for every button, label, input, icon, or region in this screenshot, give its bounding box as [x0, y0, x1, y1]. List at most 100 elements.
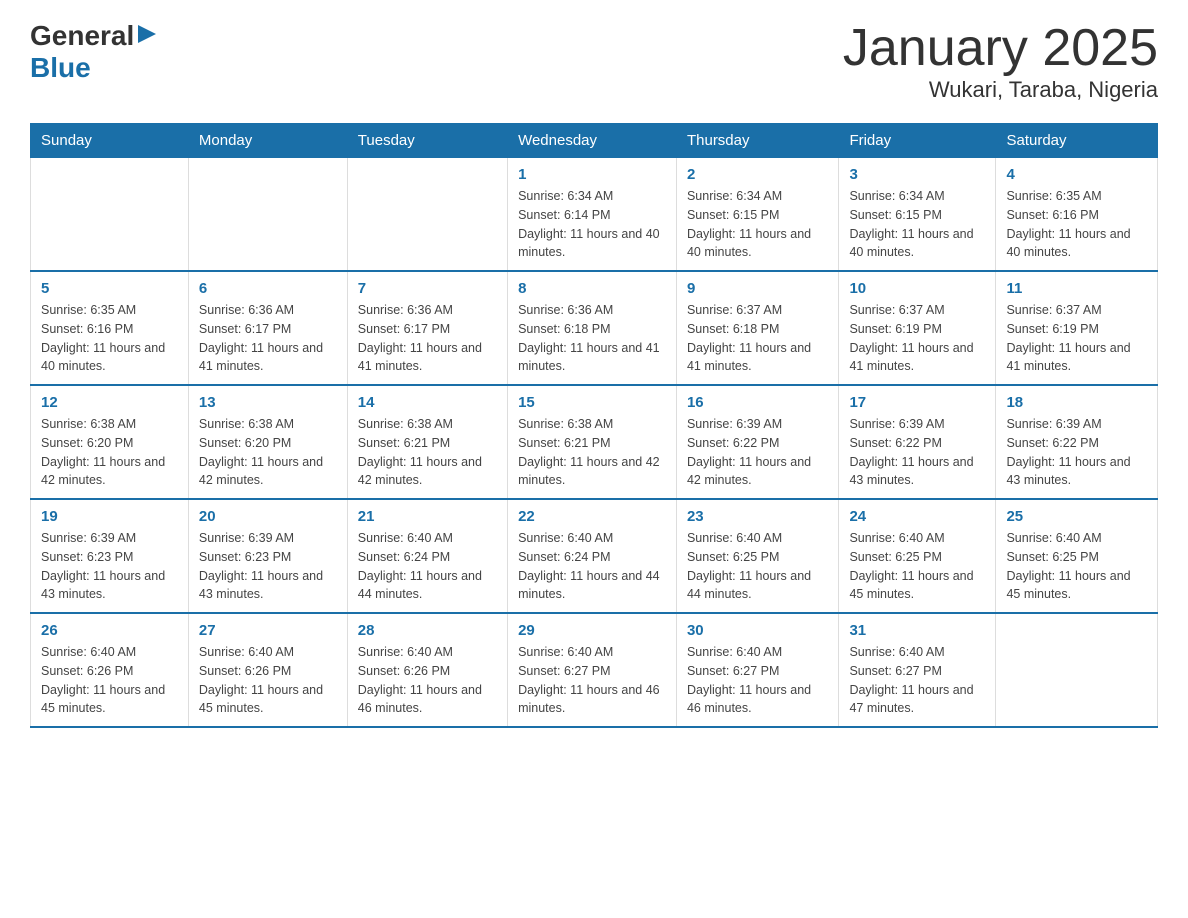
- day-number: 30: [687, 622, 828, 639]
- calendar-cell: 21 Sunrise: 6:40 AM Sunset: 6:24 PM Dayli…: [347, 499, 507, 613]
- day-number: 21: [358, 508, 497, 525]
- logo-text-general: General: [30, 20, 134, 52]
- day-info: Sunrise: 6:40 AM Sunset: 6:27 PM Dayligh…: [518, 643, 666, 718]
- calendar-cell: 12Sunrise: 6:38 AM Sunset: 6:20 PM Dayli…: [31, 385, 189, 499]
- day-number: 8: [518, 280, 666, 297]
- header-cell-wednesday: Wednesday: [508, 124, 677, 158]
- calendar-cell: 20Sunrise: 6:39 AM Sunset: 6:23 PM Dayli…: [188, 499, 347, 613]
- day-info: Sunrise: 6:38 AM Sunset: 6:21 PM Dayligh…: [518, 415, 666, 490]
- day-number: 15: [518, 394, 666, 411]
- calendar-cell: 4Sunrise: 6:35 AM Sunset: 6:16 PM Daylig…: [996, 158, 1158, 272]
- day-number: 16: [687, 394, 828, 411]
- day-info: Sunrise: 6:40 AM Sunset: 6:26 PM Dayligh…: [41, 643, 178, 718]
- day-number: 27: [199, 622, 337, 639]
- day-info: Sunrise: 6:40 AM Sunset: 6:24 PM Dayligh…: [358, 529, 497, 604]
- day-info: Sunrise: 6:38 AM Sunset: 6:20 PM Dayligh…: [199, 415, 337, 490]
- day-info: Sunrise: 6:35 AM Sunset: 6:16 PM Dayligh…: [41, 301, 178, 376]
- day-number: 22: [518, 508, 666, 525]
- calendar-cell: 23 Sunrise: 6:40 AM Sunset: 6:25 PM Dayli…: [676, 499, 838, 613]
- header-cell-sunday: Sunday: [31, 124, 189, 158]
- calendar-cell: [996, 613, 1158, 727]
- day-info: Sunrise: 6:40 AM Sunset: 6:24 PM Dayligh…: [518, 529, 666, 604]
- calendar-cell: 24Sunrise: 6:40 AM Sunset: 6:25 PM Dayli…: [839, 499, 996, 613]
- day-number: 23: [687, 508, 828, 525]
- day-number: 29: [518, 622, 666, 639]
- calendar-cell: 25 Sunrise: 6:40 AM Sunset: 6:25 PM Dayli…: [996, 499, 1158, 613]
- day-number: 19: [41, 508, 178, 525]
- day-number: 24: [849, 508, 985, 525]
- logo-icon: General Blue: [30, 20, 158, 84]
- day-info: Sunrise: 6:39 AM Sunset: 6:22 PM Dayligh…: [1006, 415, 1147, 490]
- day-info: Sunrise: 6:37 AM Sunset: 6:18 PM Dayligh…: [687, 301, 828, 376]
- day-info: Sunrise: 6:40 AM Sunset: 6:26 PM Dayligh…: [358, 643, 497, 718]
- day-number: 28: [358, 622, 497, 639]
- day-number: 11: [1006, 280, 1147, 297]
- header-row: SundayMondayTuesdayWednesdayThursdayFrid…: [31, 124, 1158, 158]
- calendar-cell: [31, 158, 189, 272]
- calendar-cell: 9 Sunrise: 6:37 AM Sunset: 6:18 PM Daylig…: [676, 271, 838, 385]
- day-info: Sunrise: 6:38 AM Sunset: 6:21 PM Dayligh…: [358, 415, 497, 490]
- header-cell-monday: Monday: [188, 124, 347, 158]
- day-number: 7: [358, 280, 497, 297]
- day-info: Sunrise: 6:39 AM Sunset: 6:23 PM Dayligh…: [41, 529, 178, 604]
- week-row-4: 19 Sunrise: 6:39 AM Sunset: 6:23 PM Dayli…: [31, 499, 1158, 613]
- calendar-cell: 6 Sunrise: 6:36 AM Sunset: 6:17 PM Daylig…: [188, 271, 347, 385]
- day-number: 26: [41, 622, 178, 639]
- logo-arrow-icon: [136, 23, 158, 45]
- logo-text-blue: Blue: [30, 52, 91, 83]
- header-cell-tuesday: Tuesday: [347, 124, 507, 158]
- calendar-cell: 2 Sunrise: 6:34 AM Sunset: 6:15 PM Daylig…: [676, 158, 838, 272]
- day-number: 25: [1006, 508, 1147, 525]
- day-number: 18: [1006, 394, 1147, 411]
- day-number: 17: [849, 394, 985, 411]
- calendar-cell: 22 Sunrise: 6:40 AM Sunset: 6:24 PM Dayli…: [508, 499, 677, 613]
- calendar-cell: 8 Sunrise: 6:36 AM Sunset: 6:18 PM Daylig…: [508, 271, 677, 385]
- calendar-cell: 11 Sunrise: 6:37 AM Sunset: 6:19 PM Dayli…: [996, 271, 1158, 385]
- day-info: Sunrise: 6:40 AM Sunset: 6:25 PM Dayligh…: [1006, 529, 1147, 604]
- day-info: Sunrise: 6:34 AM Sunset: 6:14 PM Dayligh…: [518, 187, 666, 262]
- logo: General Blue: [30, 20, 158, 84]
- calendar-cell: 10 Sunrise: 6:37 AM Sunset: 6:19 PM Dayli…: [839, 271, 996, 385]
- day-info: Sunrise: 6:36 AM Sunset: 6:18 PM Dayligh…: [518, 301, 666, 376]
- title-block: January 2025 Wukari, Taraba, Nigeria: [843, 20, 1158, 103]
- day-number: 9: [687, 280, 828, 297]
- header-cell-friday: Friday: [839, 124, 996, 158]
- calendar-cell: 15 Sunrise: 6:38 AM Sunset: 6:21 PM Dayli…: [508, 385, 677, 499]
- calendar-cell: 19 Sunrise: 6:39 AM Sunset: 6:23 PM Dayli…: [31, 499, 189, 613]
- calendar-cell: 3Sunrise: 6:34 AM Sunset: 6:15 PM Daylig…: [839, 158, 996, 272]
- week-row-1: 1Sunrise: 6:34 AM Sunset: 6:14 PM Daylig…: [31, 158, 1158, 272]
- calendar-cell: 28 Sunrise: 6:40 AM Sunset: 6:26 PM Dayli…: [347, 613, 507, 727]
- day-info: Sunrise: 6:39 AM Sunset: 6:23 PM Dayligh…: [199, 529, 337, 604]
- calendar-table: SundayMondayTuesdayWednesdayThursdayFrid…: [30, 123, 1158, 728]
- calendar-cell: 5Sunrise: 6:35 AM Sunset: 6:16 PM Daylig…: [31, 271, 189, 385]
- day-number: 4: [1006, 166, 1147, 183]
- header-cell-thursday: Thursday: [676, 124, 838, 158]
- day-number: 2: [687, 166, 828, 183]
- day-info: Sunrise: 6:36 AM Sunset: 6:17 PM Dayligh…: [199, 301, 337, 376]
- calendar-cell: 16Sunrise: 6:39 AM Sunset: 6:22 PM Dayli…: [676, 385, 838, 499]
- calendar-cell: 26 Sunrise: 6:40 AM Sunset: 6:26 PM Dayli…: [31, 613, 189, 727]
- day-info: Sunrise: 6:37 AM Sunset: 6:19 PM Dayligh…: [1006, 301, 1147, 376]
- day-info: Sunrise: 6:36 AM Sunset: 6:17 PM Dayligh…: [358, 301, 497, 376]
- week-row-2: 5Sunrise: 6:35 AM Sunset: 6:16 PM Daylig…: [31, 271, 1158, 385]
- calendar-cell: [347, 158, 507, 272]
- calendar-cell: 1Sunrise: 6:34 AM Sunset: 6:14 PM Daylig…: [508, 158, 677, 272]
- day-info: Sunrise: 6:37 AM Sunset: 6:19 PM Dayligh…: [849, 301, 985, 376]
- day-number: 6: [199, 280, 337, 297]
- day-number: 10: [849, 280, 985, 297]
- day-info: Sunrise: 6:40 AM Sunset: 6:25 PM Dayligh…: [687, 529, 828, 604]
- month-title: January 2025: [843, 20, 1158, 77]
- page-header: General Blue January 2025 Wukari, Taraba…: [30, 20, 1158, 103]
- calendar-cell: 31Sunrise: 6:40 AM Sunset: 6:27 PM Dayli…: [839, 613, 996, 727]
- calendar-cell: 30 Sunrise: 6:40 AM Sunset: 6:27 PM Dayli…: [676, 613, 838, 727]
- calendar-cell: 13Sunrise: 6:38 AM Sunset: 6:20 PM Dayli…: [188, 385, 347, 499]
- day-info: Sunrise: 6:38 AM Sunset: 6:20 PM Dayligh…: [41, 415, 178, 490]
- calendar-body: 1Sunrise: 6:34 AM Sunset: 6:14 PM Daylig…: [31, 158, 1158, 728]
- calendar-cell: 18 Sunrise: 6:39 AM Sunset: 6:22 PM Dayli…: [996, 385, 1158, 499]
- day-info: Sunrise: 6:34 AM Sunset: 6:15 PM Dayligh…: [687, 187, 828, 262]
- day-info: Sunrise: 6:40 AM Sunset: 6:27 PM Dayligh…: [687, 643, 828, 718]
- calendar-header: SundayMondayTuesdayWednesdayThursdayFrid…: [31, 124, 1158, 158]
- calendar-cell: 17Sunrise: 6:39 AM Sunset: 6:22 PM Dayli…: [839, 385, 996, 499]
- day-info: Sunrise: 6:40 AM Sunset: 6:26 PM Dayligh…: [199, 643, 337, 718]
- day-number: 31: [849, 622, 985, 639]
